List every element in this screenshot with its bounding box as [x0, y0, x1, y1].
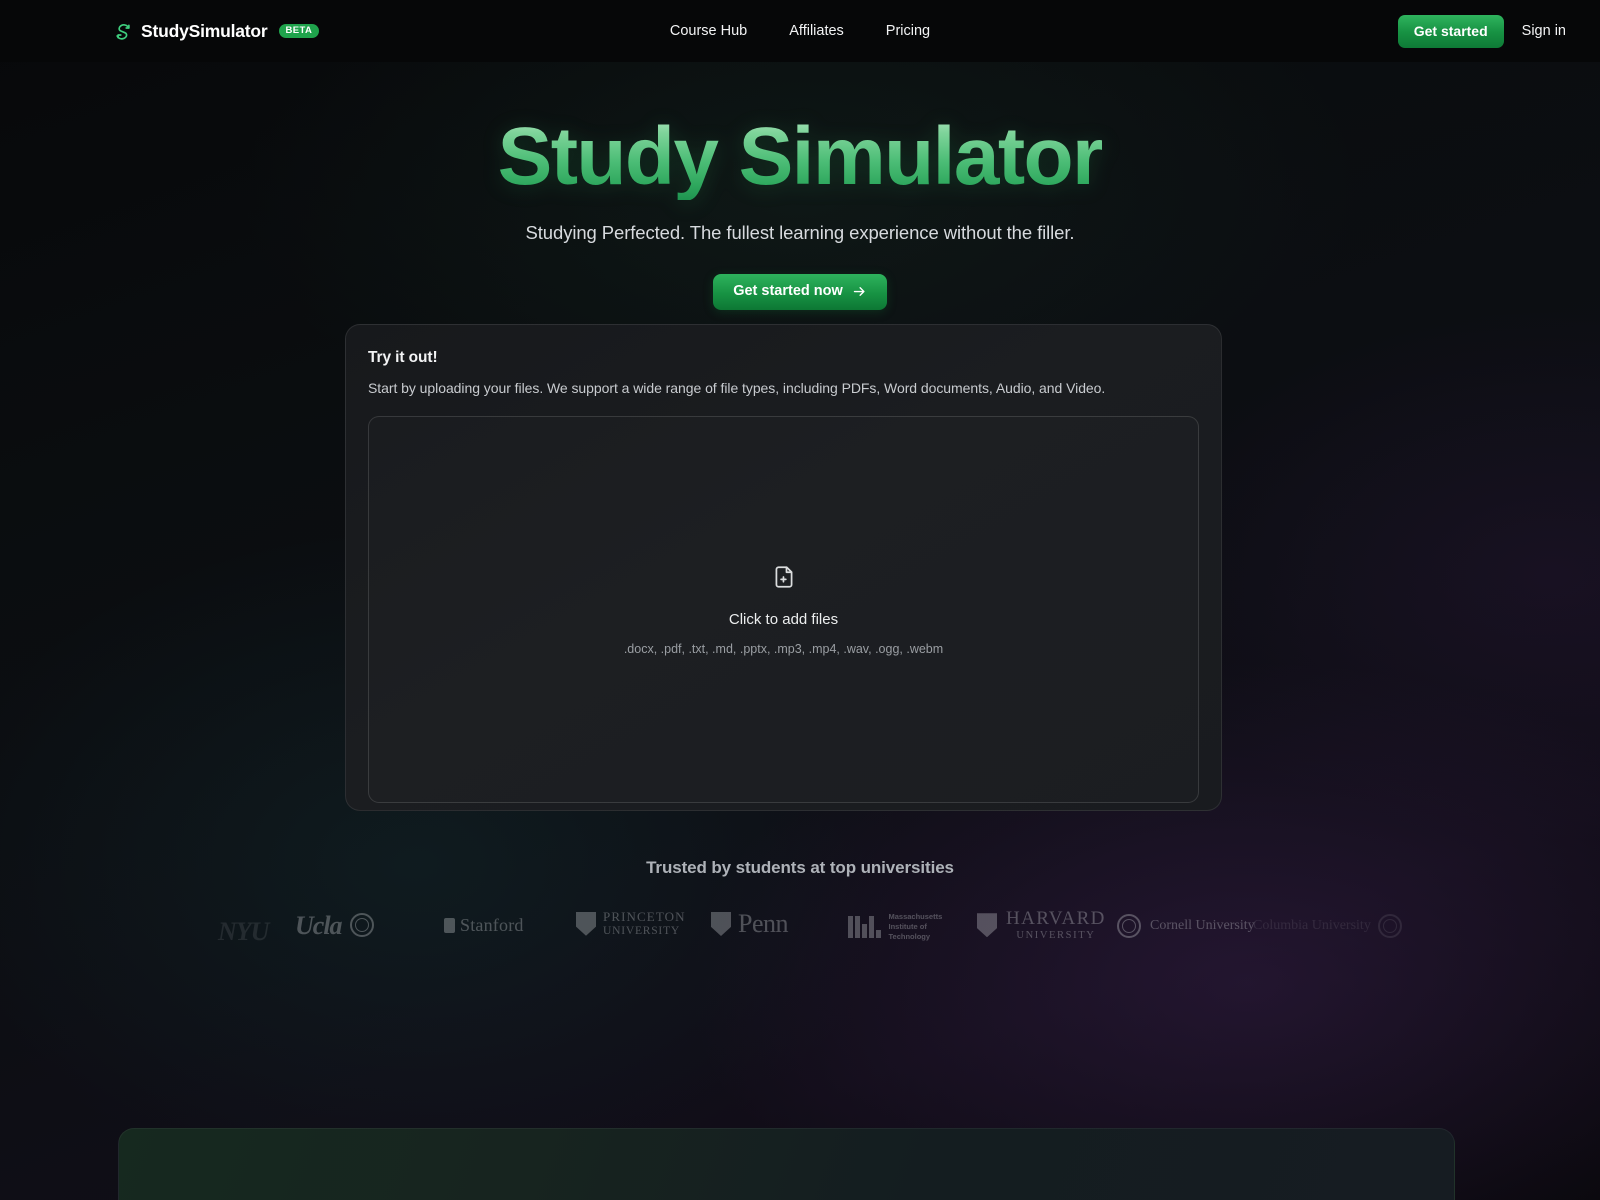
logo-princeton-line2: UNIVERSITY: [603, 924, 680, 937]
hero-section: Study Simulator Studying Perfected. The …: [0, 62, 1600, 311]
logo-ucla: Ucla: [295, 911, 343, 941]
sign-in-link[interactable]: Sign in: [1522, 23, 1566, 39]
spiral-s-icon: [116, 23, 130, 40]
file-dropzone[interactable]: Click to add files .docx, .pdf, .txt, .m…: [368, 416, 1199, 803]
penn-shield-icon: [711, 912, 731, 936]
file-plus-icon: [775, 565, 792, 588]
main-nav: Course Hub Affiliates Pricing: [670, 0, 930, 62]
logo-penn: Penn: [711, 909, 789, 939]
harvard-shield-icon: [977, 913, 997, 938]
beta-badge: BETA: [278, 23, 320, 39]
logo-columbia-text: Columbia University: [1253, 918, 1371, 933]
cornell-seal-icon: [1117, 914, 1141, 938]
upload-card-title: Try it out!: [368, 349, 438, 366]
berkeley-seal-icon: [350, 913, 374, 937]
logo-columbia: Columbia University: [1253, 914, 1402, 938]
arrow-right-icon: [853, 287, 865, 297]
logo-berkeley: [350, 913, 374, 937]
logo-harvard: HARVARD UNIVERSITY: [977, 908, 1106, 941]
logo-harvard-line1: HARVARD: [1006, 908, 1106, 929]
university-logo-row: NYU Ucla Stanford PRINCETON UNIVERSITY P…: [0, 895, 1600, 965]
nav-course-hub[interactable]: Course Hub: [670, 23, 747, 39]
get-started-now-button[interactable]: Get started now: [713, 274, 887, 311]
logo-stanford: Stanford: [444, 915, 524, 936]
logo-princeton-line1: PRINCETON: [603, 909, 686, 924]
logo-harvard-line2: UNIVERSITY: [1016, 929, 1096, 941]
logo-mit-line1: Massachusetts: [888, 912, 943, 921]
columbia-seal-icon: [1377, 914, 1402, 938]
logo-cornell-text: Cornell University: [1150, 918, 1255, 933]
logo-mit: Massachusetts Institute of Technology: [848, 912, 942, 942]
logo-mit-line2: Institute of: [888, 921, 927, 931]
next-section-panel: [118, 1128, 1455, 1200]
logo-mit-line3: Technology: [888, 931, 931, 941]
nav-pricing[interactable]: Pricing: [886, 23, 930, 39]
mit-bars-icon: [848, 915, 881, 938]
nav-affiliates[interactable]: Affiliates: [789, 23, 844, 39]
dropzone-filetypes: .docx, .pdf, .txt, .md, .pptx, .mp3, .mp…: [623, 641, 944, 656]
page-title: Study Simulator: [497, 111, 1104, 202]
logo-nyu-text: NYU: [218, 917, 269, 946]
site-header: StudySimulator BETA Course Hub Affiliate…: [0, 0, 1600, 62]
header-actions: Get started Sign in: [1397, 0, 1600, 62]
get-started-now-label: Get started now: [733, 283, 843, 300]
page-root: StudySimulator BETA Course Hub Affiliate…: [0, 0, 1600, 1200]
logo-penn-text: Penn: [738, 909, 789, 938]
stanford-block-icon: [444, 918, 455, 933]
logo-ucla-text: Ucla: [295, 911, 343, 940]
logo-nyu: NYU: [218, 917, 269, 947]
logo-princeton: PRINCETON UNIVERSITY: [576, 909, 686, 937]
upload-card: Try it out! Start by uploading your file…: [345, 324, 1222, 811]
trusted-heading: Trusted by students at top universities: [646, 858, 954, 877]
logo-stanford-mark: Stanford: [444, 915, 524, 936]
dropzone-label: Click to add files: [728, 610, 839, 628]
logo-stanford-text: Stanford: [460, 915, 524, 935]
princeton-shield-icon: [576, 911, 596, 936]
logo-cornell: Cornell University: [1117, 914, 1255, 938]
upload-card-subtitle: Start by uploading your files. We suppor…: [368, 380, 1106, 396]
hero-subtitle: Studying Perfected. The fullest learning…: [525, 222, 1075, 244]
brand-name: StudySimulator: [141, 20, 268, 41]
brand-logo[interactable]: StudySimulator BETA: [114, 20, 320, 42]
get-started-button[interactable]: Get started: [1397, 14, 1504, 48]
